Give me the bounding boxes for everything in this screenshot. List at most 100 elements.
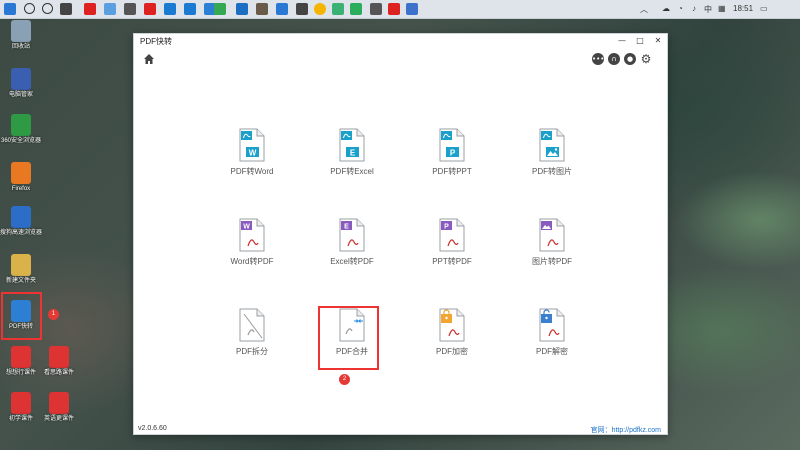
app-icon[interactable]	[370, 3, 382, 15]
tile-7[interactable]: P PPT转PDF	[407, 218, 497, 288]
app-icon[interactable]	[84, 3, 96, 15]
desktop-icon-label: Firefox	[11, 186, 31, 192]
app-icon[interactable]	[214, 3, 226, 15]
app-icon[interactable]	[350, 3, 362, 15]
app-icon[interactable]	[332, 3, 344, 15]
desktop-app-icon	[49, 392, 69, 414]
headset-icon[interactable]: ∩	[608, 53, 620, 65]
desktop-icon[interactable]: 搜狗高速浏览器	[0, 206, 42, 237]
calendar-icon[interactable]: ▦	[718, 4, 726, 13]
step-badge-2: 2	[339, 374, 350, 385]
pdf-file-icon: E	[339, 218, 365, 252]
windows-start-icon[interactable]	[4, 3, 16, 15]
split-file-icon	[239, 308, 265, 342]
app-icon[interactable]	[256, 3, 268, 15]
desktop-icon[interactable]: 360安全浏览器	[0, 114, 42, 145]
desktop-icon[interactable]: 看思路课件	[38, 346, 80, 377]
desktop-app-icon	[11, 162, 31, 184]
desktop-icon-label: 英语更课件	[43, 416, 74, 422]
tile-label: PDF转Excel	[330, 167, 374, 176]
desktop-icon-label: 新建文件夹	[5, 278, 36, 284]
desktop-app-icon	[11, 254, 31, 276]
ime-indicator[interactable]: 中	[704, 4, 712, 15]
tray-chevron-icon[interactable]: ︿	[640, 4, 648, 15]
app-icon[interactable]	[406, 3, 418, 15]
search-icon[interactable]	[24, 3, 35, 14]
desktop-icon-label: 想想行课件	[5, 370, 36, 376]
desktop-icon[interactable]: 初学课件	[0, 392, 42, 423]
app-icon[interactable]	[314, 3, 326, 15]
desktop-icon[interactable]: 英语更课件	[38, 392, 80, 423]
step-badge-1: 1	[48, 309, 59, 320]
desktop-icon[interactable]: 回收站	[0, 20, 42, 51]
minimize-button[interactable]: —	[616, 35, 628, 47]
tile-label: Excel转PDF	[330, 257, 374, 266]
tile-8[interactable]: 图片转PDF	[507, 218, 597, 288]
tile-2[interactable]: E PDF转Excel	[307, 128, 397, 198]
tile-11[interactable]: PDF加密	[407, 308, 497, 378]
desktop-icon[interactable]: 新建文件夹	[0, 254, 42, 285]
volume-icon[interactable]: ♪	[692, 4, 696, 13]
desktop-app-icon	[11, 114, 31, 136]
desktop-icon[interactable]: 想想行课件	[0, 346, 42, 377]
tile-label: PDF拆分	[236, 347, 268, 356]
network-icon[interactable]: ◔	[678, 4, 683, 13]
pdf-file-icon: W	[239, 218, 265, 252]
desktop-icon-label: 回收站	[11, 44, 30, 50]
desktop-app-icon	[49, 346, 69, 368]
pdf-file-icon: E	[339, 128, 365, 162]
tile-label: PDF转Word	[230, 167, 274, 176]
app-icon[interactable]	[104, 3, 116, 15]
user-icon[interactable]: ●	[624, 53, 636, 65]
desktop-icon[interactable]: Firefox	[0, 162, 42, 193]
merge-highlight-box	[318, 306, 379, 370]
desktop-app-icon	[11, 206, 31, 228]
tile-4[interactable]: PDF转图片	[507, 128, 597, 198]
clock[interactable]: 18:51	[733, 4, 753, 13]
pdf-file-icon: P	[439, 128, 465, 162]
home-icon[interactable]	[143, 53, 155, 65]
app-icon[interactable]	[124, 3, 136, 15]
close-button[interactable]: ✕	[652, 35, 664, 47]
svg-text:E: E	[344, 224, 349, 231]
task-view-icon[interactable]	[42, 3, 53, 14]
desktop-icon-label: 电脑管家	[8, 92, 33, 98]
desktop-icon-label: 360安全浏览器	[0, 138, 41, 144]
desktop-app-icon	[11, 346, 31, 368]
desktop-icon-label: 搜狗高速浏览器	[0, 230, 43, 236]
tile-9[interactable]: PDF拆分	[207, 308, 297, 378]
svg-text:P: P	[444, 224, 449, 231]
app-icon[interactable]	[236, 3, 248, 15]
app-icon[interactable]	[144, 3, 156, 15]
tile-label: PDF解密	[536, 347, 568, 356]
svg-text:W: W	[249, 149, 257, 158]
app-icon[interactable]	[60, 3, 72, 15]
pdf-file-icon: P	[439, 218, 465, 252]
app-icon[interactable]	[388, 3, 400, 15]
website-link[interactable]: 官网：http://pdfkz.com	[591, 425, 661, 435]
app-icon[interactable]	[276, 3, 288, 15]
tile-3[interactable]: P PDF转PPT	[407, 128, 497, 198]
window-title: PDF快转	[140, 37, 172, 46]
tile-1[interactable]: W PDF转Word	[207, 128, 297, 198]
tile-6[interactable]: E Excel转PDF	[307, 218, 397, 288]
version-label: v2.0.6.60	[138, 425, 167, 432]
cloud-icon[interactable]: ☁	[662, 4, 670, 13]
unlock-file-icon	[539, 308, 565, 342]
desktop-app-icon	[11, 20, 31, 42]
app-icon[interactable]	[164, 3, 176, 15]
app-icon[interactable]	[184, 3, 196, 15]
desktop-icon[interactable]: 电脑管家	[0, 68, 42, 99]
maximize-button[interactable]: □	[634, 35, 646, 47]
settings-icon[interactable]: ⚙	[640, 53, 652, 65]
tile-12[interactable]: PDF解密	[507, 308, 597, 378]
title-bar[interactable]: PDF快转 — □ ✕	[134, 34, 667, 48]
desktop-icon-label: 看思路课件	[43, 370, 74, 376]
chat-icon[interactable]: •••	[592, 53, 604, 65]
svg-text:P: P	[450, 149, 456, 158]
notification-icon[interactable]: ▭	[760, 4, 768, 13]
pdf-file-icon: W	[239, 128, 265, 162]
tile-label: Word转PDF	[230, 257, 274, 266]
app-icon[interactable]	[296, 3, 308, 15]
tile-5[interactable]: W Word转PDF	[207, 218, 297, 288]
